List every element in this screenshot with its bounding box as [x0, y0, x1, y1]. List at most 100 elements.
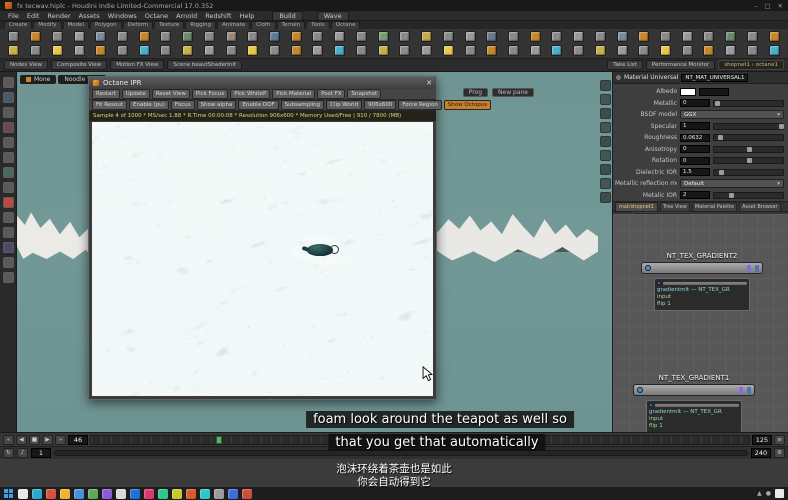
taskbar-app-icon[interactable] [88, 489, 98, 499]
taskbar-app-icon[interactable] [116, 489, 126, 499]
shelf-tab[interactable]: Tools [306, 21, 330, 29]
shelf-tool-icon[interactable] [226, 45, 237, 56]
octane-toolbar-button[interactable]: Pick Focus [192, 89, 228, 99]
shelf-tool-icon[interactable] [421, 45, 432, 56]
pane-tab[interactable]: Take List [607, 60, 643, 70]
shelf-tool-icon[interactable] [443, 31, 454, 42]
viewport-tool-icon[interactable] [600, 150, 611, 161]
taskbar-app-icon[interactable] [18, 489, 28, 499]
loop-icon[interactable]: ↻ [3, 448, 14, 458]
menu-item[interactable]: File [4, 12, 23, 20]
toolbar-icon[interactable] [3, 212, 14, 223]
node-flag-icon[interactable] [747, 265, 751, 272]
render-image[interactable] [92, 122, 433, 396]
desk-selector[interactable]: Build [272, 11, 302, 21]
shelf-tool-icon[interactable] [595, 45, 606, 56]
shelf-tool-icon[interactable] [182, 45, 193, 56]
shelf-tool-icon[interactable] [399, 31, 410, 42]
roughness-field[interactable]: 0.0632 [680, 134, 710, 142]
viewport-tab[interactable]: Mone [20, 75, 56, 84]
node-flag-icon[interactable] [755, 265, 759, 272]
menu-item[interactable]: Octane [141, 12, 172, 20]
shelf-tool-icon[interactable] [551, 31, 562, 42]
octane-toolbar-button[interactable]: Update [122, 89, 150, 99]
shelf-tool-icon[interactable] [182, 31, 193, 42]
network-tab[interactable]: Material Palette [692, 202, 737, 212]
node-parm-panel[interactable]: gradientmlt — NT_TEX_GRinputflip 1 [646, 400, 742, 432]
shelf-tool-icon[interactable] [703, 45, 714, 56]
shelf-tool-icon[interactable] [30, 45, 41, 56]
viewport-tool-icon[interactable] [600, 164, 611, 175]
shelf-tool-icon[interactable] [595, 31, 606, 42]
menu-item[interactable]: Redshift [201, 12, 235, 20]
toolbar-icon[interactable] [3, 182, 14, 193]
shelf-tool-icon[interactable] [725, 45, 736, 56]
close-button[interactable]: ✕ [778, 2, 783, 10]
shelf-tool-icon[interactable] [356, 31, 367, 42]
minimize-button[interactable]: – [754, 2, 757, 10]
shelf-tool-icon[interactable] [139, 31, 150, 42]
shelf-tool-icon[interactable] [312, 45, 323, 56]
network-graph[interactable]: NT_TEX_GRADIENT2 gradientmlt — NT_TEX_GR… [613, 214, 788, 432]
toolbar-icon[interactable] [3, 92, 14, 103]
transport-button[interactable]: ◀ [16, 435, 27, 445]
taskbar-app-icon[interactable] [130, 489, 140, 499]
transport-button[interactable]: » [55, 435, 66, 445]
playhead-marker[interactable] [216, 436, 222, 444]
octane-toolbar-button[interactable]: Clip World [326, 100, 362, 110]
shelf-tool-icon[interactable] [8, 45, 19, 56]
shelf-tool-icon[interactable] [117, 31, 128, 42]
shelf-tool-icon[interactable] [8, 31, 19, 42]
albedo-value-field[interactable] [699, 88, 729, 96]
taskbar-app-icon[interactable] [102, 489, 112, 499]
shelf-tool-icon[interactable] [617, 31, 628, 42]
shelf-tool-icon[interactable] [747, 45, 758, 56]
octane-toolbar-button[interactable]: Restart [92, 89, 120, 99]
shelf-tab[interactable]: Cloth [251, 21, 275, 29]
toolbar-icon[interactable] [3, 242, 14, 253]
octane-toolbar-button[interactable]: Post FX [317, 89, 345, 99]
taskbar-app-icon[interactable] [242, 489, 252, 499]
network-path-dropdown[interactable]: mat/shopnet1 [615, 202, 658, 212]
toolbar-icon[interactable] [3, 167, 14, 178]
shelf-tab[interactable]: Polygon [90, 21, 122, 29]
shelf-tool-icon[interactable] [725, 31, 736, 42]
tray-ime-icon[interactable] [775, 489, 784, 498]
viewport-tool-icon[interactable] [600, 136, 611, 147]
shelf-tool-icon[interactable] [269, 31, 280, 42]
shelf-tool-icon[interactable] [334, 31, 345, 42]
octane-toolbar-button[interactable]: Fit Resout [92, 100, 127, 110]
octane-toolbar-button[interactable]: Pick Material [272, 89, 315, 99]
shelf-tab[interactable]: Modify [33, 21, 61, 29]
toolbar-icon[interactable] [3, 197, 14, 208]
roughness-slider[interactable] [713, 134, 784, 141]
shelf-tool-icon[interactable] [52, 45, 63, 56]
new-pane-button[interactable]: New pane [492, 88, 534, 97]
shelf-tool-icon[interactable] [465, 31, 476, 42]
viewport-tool-icon[interactable] [600, 178, 611, 189]
shelf-tool-icon[interactable] [638, 45, 649, 56]
taskbar-app-icon[interactable] [158, 489, 168, 499]
shelf-tool-icon[interactable] [334, 45, 345, 56]
shelf-tool-icon[interactable] [204, 31, 215, 42]
toolbar-icon[interactable] [3, 227, 14, 238]
taskbar-app-icon[interactable] [200, 489, 210, 499]
octane-toolbar-button[interactable]: Pick WhiteP [230, 89, 270, 99]
shelf-tab[interactable]: Create [4, 21, 32, 29]
node-flag-icon[interactable] [747, 387, 751, 394]
windows-start-icon[interactable] [4, 489, 14, 499]
network-tab[interactable]: Asset Browser [739, 202, 781, 212]
octane-close-icon[interactable]: ✕ [426, 79, 432, 87]
node-nt-tex-gradient1[interactable]: NT_TEX_GRADIENT1 gradientmlt — NT_TEX_GR… [633, 374, 755, 432]
shelfset-selector[interactable]: Wave [317, 11, 349, 21]
anisotropy-slider[interactable] [713, 146, 784, 153]
shelf-tool-icon[interactable] [508, 45, 519, 56]
shelf-tool-icon[interactable] [769, 31, 780, 42]
shelf-tool-icon[interactable] [399, 45, 410, 56]
shelf-tool-icon[interactable] [95, 31, 106, 42]
taskbar-app-icon[interactable] [214, 489, 224, 499]
shelf-tool-icon[interactable] [660, 45, 671, 56]
shelf-tool-icon[interactable] [378, 31, 389, 42]
dielectric-ior-slider[interactable] [713, 169, 784, 176]
rotation-field[interactable]: 0 [680, 157, 710, 165]
